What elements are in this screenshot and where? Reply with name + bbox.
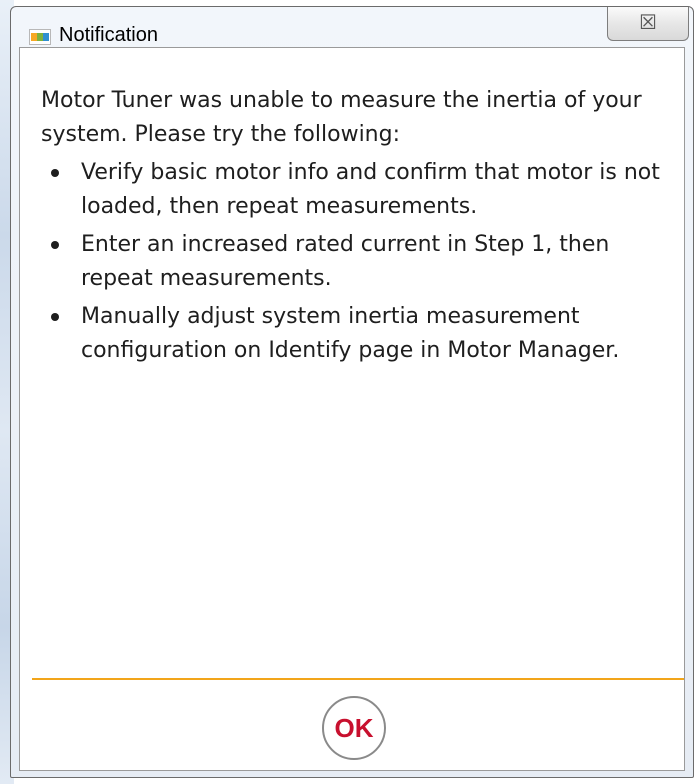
close-button[interactable]: ☒ (607, 7, 689, 41)
list-item: Enter an increased rated current in Step… (41, 228, 671, 296)
notification-dialog: Notification ☒ Motor Tuner was unable to… (10, 6, 694, 778)
list-item: Manually adjust system inertia measureme… (41, 300, 671, 368)
ok-button[interactable]: OK (322, 696, 386, 760)
close-icon: ☒ (639, 10, 657, 34)
footer-divider (32, 678, 684, 680)
message-intro: Motor Tuner was unable to measure the in… (41, 88, 642, 147)
message-body: Motor Tuner was unable to measure the in… (41, 84, 671, 372)
dialog-content: Motor Tuner was unable to measure the in… (19, 47, 685, 771)
list-item: Verify basic motor info and confirm that… (41, 156, 671, 224)
bullet-icon (51, 313, 59, 321)
bullet-icon (51, 169, 59, 177)
suggestion-list: Verify basic motor info and confirm that… (41, 156, 671, 368)
nxp-logo-icon (29, 29, 51, 45)
bullet-icon (51, 241, 59, 249)
list-item-text: Enter an increased rated current in Step… (81, 232, 610, 291)
list-item-text: Manually adjust system inertia measureme… (81, 304, 620, 363)
list-item-text: Verify basic motor info and confirm that… (81, 160, 660, 219)
window-title: Notification (59, 24, 158, 46)
